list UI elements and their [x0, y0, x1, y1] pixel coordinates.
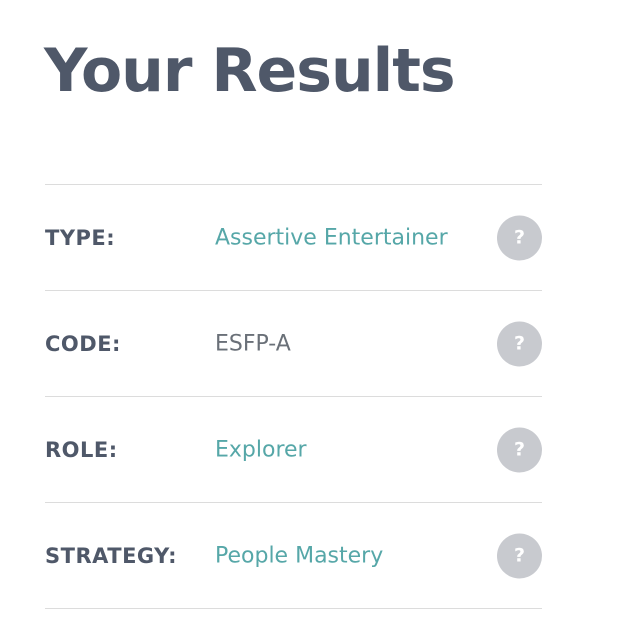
type-value-link[interactable]: Assertive Entertainer	[215, 225, 448, 250]
result-row-code: CODE: ESFP-A ?	[45, 291, 542, 397]
role-help-button[interactable]: ?	[497, 427, 542, 472]
question-mark-icon: ?	[513, 544, 526, 567]
strategy-help-button[interactable]: ?	[497, 533, 542, 578]
type-help-button[interactable]: ?	[497, 215, 542, 260]
type-label: TYPE:	[45, 225, 116, 250]
question-mark-icon: ?	[513, 226, 526, 249]
strategy-value-link[interactable]: People Mastery	[215, 543, 383, 568]
result-row-strategy: STRATEGY: People Mastery ?	[45, 503, 542, 609]
code-help-button[interactable]: ?	[497, 321, 542, 366]
code-label: CODE:	[45, 331, 121, 356]
role-label: ROLE:	[45, 437, 118, 462]
question-mark-icon: ?	[513, 438, 526, 461]
role-value-link[interactable]: Explorer	[215, 437, 307, 462]
result-row-role: ROLE: Explorer ?	[45, 397, 542, 503]
question-mark-icon: ?	[513, 332, 526, 355]
strategy-label: STRATEGY:	[45, 543, 177, 568]
page-title: Your Results	[44, 36, 456, 106]
result-row-type: TYPE: Assertive Entertainer ?	[45, 185, 542, 291]
results-table: TYPE: Assertive Entertainer ? CODE: ESFP…	[45, 184, 542, 609]
code-value: ESFP-A	[215, 331, 291, 356]
